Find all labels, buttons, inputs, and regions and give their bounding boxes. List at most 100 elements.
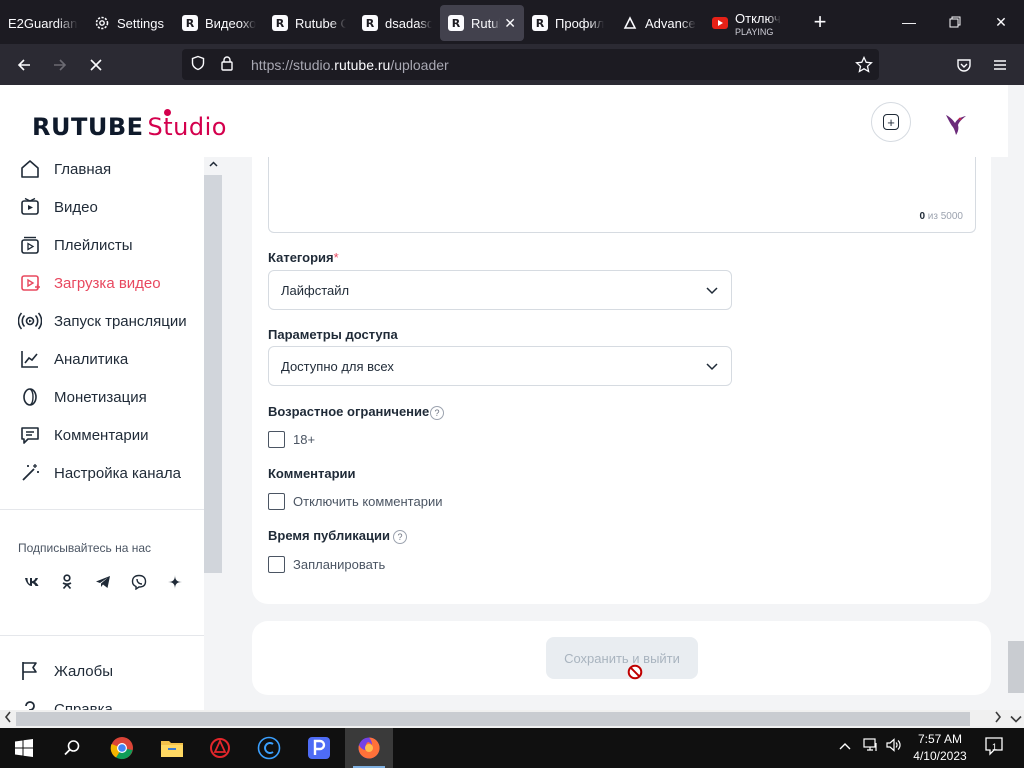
sidebar-item-analytics[interactable]: Аналитика bbox=[18, 344, 128, 374]
page-horizontal-scrollbar[interactable] bbox=[0, 710, 1008, 728]
access-label: Параметры доступа bbox=[268, 327, 398, 342]
upload-video-icon bbox=[18, 271, 42, 295]
save-and-exit-button[interactable]: Сохранить и выйти bbox=[546, 637, 698, 679]
disable-comments-checkbox[interactable] bbox=[268, 493, 285, 510]
sidebar-item-broadcast[interactable]: Запуск трансляции bbox=[18, 306, 187, 336]
tab-rutube-active[interactable]: R Rutub ✕ bbox=[440, 5, 524, 41]
monetization-icon bbox=[18, 385, 42, 409]
comments-icon bbox=[18, 423, 42, 447]
tab-dsadasda[interactable]: R dsadasda bbox=[354, 5, 440, 41]
sidebar-scrollbar[interactable] bbox=[204, 157, 222, 710]
not-allowed-cursor-icon bbox=[627, 664, 643, 680]
close-tab-icon[interactable]: ✕ bbox=[504, 15, 516, 32]
restore-icon[interactable] bbox=[932, 0, 978, 44]
rutube-icon: R bbox=[448, 15, 464, 31]
help-circle-icon[interactable]: ? bbox=[430, 406, 444, 420]
dzen-icon[interactable] bbox=[161, 568, 189, 596]
disable-comments-label: Отключить комментарии bbox=[293, 494, 443, 509]
tab-youtube-playing[interactable]: Отключ PLAYING bbox=[704, 5, 796, 41]
tab-profile[interactable]: R Профил bbox=[524, 5, 614, 41]
age-restriction-label: Возрастное ограничение bbox=[268, 404, 430, 419]
close-window-icon[interactable]: ✕ bbox=[978, 0, 1024, 44]
file-explorer-icon[interactable] bbox=[156, 732, 188, 764]
tab-settings[interactable]: Settings bbox=[86, 5, 174, 41]
comments-label: Комментарии bbox=[268, 466, 356, 481]
p-app-icon[interactable] bbox=[303, 732, 335, 764]
browser-tab-bar: E2Guardian - Settings R Видеохо R Rutube… bbox=[0, 0, 1024, 44]
url-text[interactable]: https://studio.rutube.ru/uploader bbox=[251, 57, 449, 73]
sidebar-divider bbox=[0, 635, 204, 636]
analytics-icon bbox=[18, 347, 42, 371]
chevron-down-icon bbox=[705, 359, 719, 376]
description-textarea[interactable]: 0 из 5000 bbox=[268, 157, 976, 233]
odnoklassniki-icon[interactable] bbox=[53, 568, 81, 596]
youtube-icon bbox=[712, 15, 728, 31]
playlist-icon bbox=[18, 233, 42, 257]
stop-loading-icon[interactable] bbox=[78, 49, 114, 81]
category-select[interactable]: Лайфстайл bbox=[268, 270, 732, 310]
sidebar-item-upload-video[interactable]: Загрузка видео bbox=[18, 268, 161, 298]
studio-header: RUTUBE Studio + bbox=[0, 85, 1008, 157]
sidebar-item-channel-settings[interactable]: Настройка канала bbox=[18, 458, 181, 488]
notifications-icon[interactable]: 1 bbox=[984, 736, 1004, 759]
windows-start-icon[interactable] bbox=[8, 732, 40, 764]
address-bar[interactable]: https://studio.rutube.ru/uploader bbox=[182, 49, 879, 80]
sidebar-item-comments[interactable]: Комментарии bbox=[18, 420, 148, 450]
sidebar-item-complaints[interactable]: Жалобы bbox=[18, 656, 113, 686]
sidebar-item-home[interactable]: Главная bbox=[18, 157, 111, 184]
rutube-icon: R bbox=[362, 15, 378, 31]
new-tab-button[interactable]: + bbox=[806, 9, 834, 35]
firefox-icon[interactable] bbox=[353, 732, 385, 764]
horizontal-scroll-thumb[interactable] bbox=[16, 712, 970, 726]
viber-icon[interactable] bbox=[125, 568, 153, 596]
tab-title: E2Guardian - bbox=[8, 15, 78, 31]
broadcast-icon bbox=[18, 309, 42, 333]
chevron-up-icon[interactable] bbox=[839, 738, 851, 753]
help-circle-icon[interactable]: ? bbox=[393, 530, 407, 544]
tab-e2guardian[interactable]: E2Guardian - bbox=[0, 5, 86, 41]
schedule-checkbox[interactable] bbox=[268, 556, 285, 573]
access-select[interactable]: Доступно для всех bbox=[268, 346, 732, 386]
game-app-icon[interactable] bbox=[204, 732, 236, 764]
bookmark-star-icon[interactable] bbox=[855, 55, 873, 77]
age-18-checkbox[interactable] bbox=[268, 431, 285, 448]
flag-icon bbox=[18, 659, 42, 683]
avatar[interactable] bbox=[938, 105, 974, 141]
minimize-icon[interactable]: — bbox=[886, 0, 932, 44]
telegram-icon[interactable] bbox=[89, 568, 117, 596]
sidebar-item-video[interactable]: Видео bbox=[18, 192, 98, 222]
chrome-icon[interactable] bbox=[106, 732, 138, 764]
tab-rutube-c[interactable]: R Rutube C bbox=[264, 5, 354, 41]
sidebar-item-help[interactable]: Справка bbox=[18, 694, 113, 710]
pocket-icon[interactable] bbox=[946, 49, 982, 81]
shield-icon[interactable] bbox=[190, 55, 208, 74]
lock-icon[interactable] bbox=[220, 55, 236, 74]
vk-icon[interactable] bbox=[18, 568, 46, 596]
scroll-up-icon[interactable] bbox=[209, 159, 218, 170]
sidebar-item-monetization[interactable]: Монетизация bbox=[18, 382, 147, 412]
tab-advance[interactable]: Advance bbox=[614, 5, 704, 41]
schedule-label: Запланировать bbox=[293, 557, 386, 572]
add-video-button[interactable]: + bbox=[871, 102, 911, 142]
scroll-left-icon[interactable] bbox=[4, 711, 12, 726]
help-icon bbox=[18, 697, 42, 710]
c-app-icon[interactable] bbox=[253, 732, 285, 764]
menu-icon[interactable] bbox=[982, 49, 1018, 81]
sidebar-item-playlists[interactable]: Плейлисты bbox=[18, 230, 133, 260]
chevron-down-icon bbox=[705, 283, 719, 300]
tab-playing-label: PLAYING bbox=[735, 27, 774, 37]
volume-icon[interactable] bbox=[886, 738, 902, 755]
forward-icon[interactable] bbox=[42, 49, 78, 81]
sidebar-scroll-thumb[interactable] bbox=[204, 175, 222, 573]
back-icon[interactable] bbox=[6, 49, 42, 81]
scroll-right-icon[interactable] bbox=[994, 711, 1002, 726]
search-icon[interactable] bbox=[56, 732, 88, 764]
page-vertical-scrollbar[interactable] bbox=[1008, 85, 1024, 710]
taskbar-clock[interactable]: 7:57 AM 4/10/2023 bbox=[910, 731, 970, 765]
rutube-studio-logo[interactable]: RUTUBE Studio bbox=[32, 109, 227, 141]
page-scroll-thumb[interactable] bbox=[1008, 641, 1024, 693]
sidebar: Главная Видео Плейлисты Загрузка видео З… bbox=[0, 157, 204, 710]
description-counter: 0 из 5000 bbox=[919, 211, 963, 222]
network-icon[interactable] bbox=[863, 738, 879, 755]
tab-video-hosting[interactable]: R Видеохо bbox=[174, 5, 264, 41]
